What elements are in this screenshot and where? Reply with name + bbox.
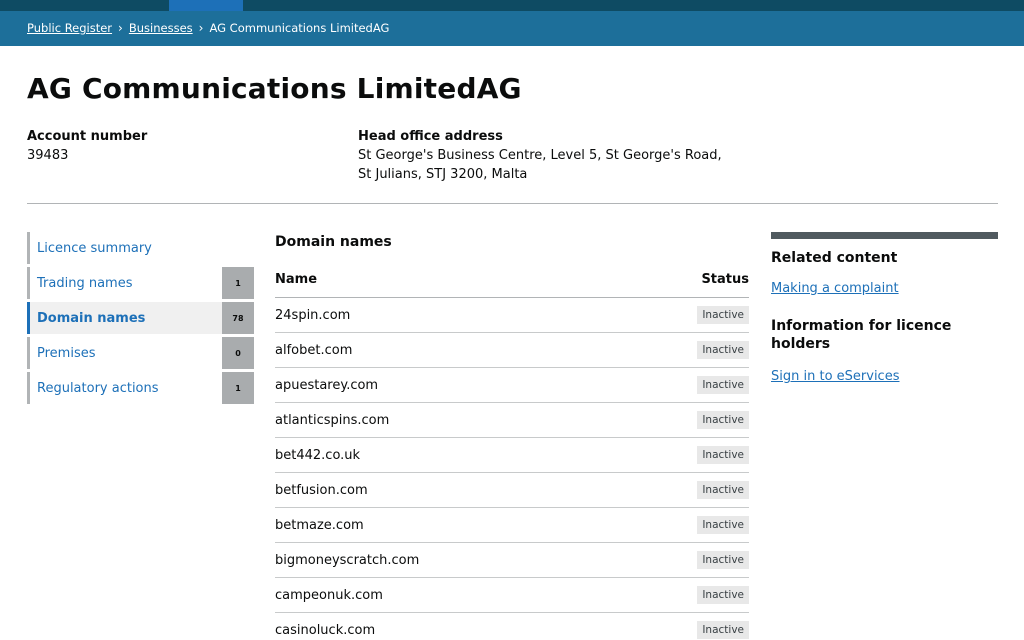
sidenav-item-label: Licence summary [37,240,152,256]
count-badge: 0 [222,337,254,369]
domain-names-section: Domain names Name Status 24spin.com Inac… [275,232,749,639]
head-office-line-2: St Julians, STJ 3200, Malta [358,167,528,182]
domain-name: bet442.co.uk [275,447,361,463]
account-number-value: 39483 [27,148,69,163]
sidenav-item-label: Regulatory actions [37,380,159,396]
table-row: casinoluck.com Inactive [275,613,749,640]
breadcrumb-link-businesses[interactable]: Businesses [129,21,193,35]
column-header-name: Name [275,272,318,287]
sidenav-item-label: Trading names [37,275,133,291]
status-badge: Inactive [697,306,749,324]
domain-name: betfusion.com [275,482,368,498]
sidenav-item-label: Premises [37,345,96,361]
status-badge: Inactive [697,446,749,464]
domain-table-body: 24spin.com Inactive alfobet.com Inactive… [275,298,749,640]
status-badge: Inactive [697,411,749,429]
making-a-complaint-link[interactable]: Making a complaint [771,281,998,296]
head-office-line-1: St George's Business Centre, Level 5, St… [358,148,722,163]
count-badge: 1 [222,372,254,404]
sidenav-item-premises[interactable]: Premises 0 [27,337,254,369]
table-row: bigmoneyscratch.com Inactive [275,543,749,578]
status-badge: Inactive [697,341,749,359]
breadcrumb-link-public-register[interactable]: Public Register [27,21,112,35]
domain-name: apuestarey.com [275,377,379,393]
sidenav-item-regulatory-actions[interactable]: Regulatory actions 1 [27,372,254,404]
domain-name: casinoluck.com [275,622,376,638]
page-title: AG Communications LimitedAG [27,72,522,105]
count-badge: 1 [222,267,254,299]
sidenav-item-licence-summary[interactable]: Licence summary [27,232,254,264]
head-office-block: Head office address St George's Business… [358,128,722,184]
related-content: Related content Making a complaint Infor… [771,232,998,384]
section-heading: Domain names [275,234,392,250]
table-row: betmaze.com Inactive [275,508,749,543]
active-top-tab[interactable] [169,0,243,11]
sidenav-item-label: Domain names [37,310,146,326]
chevron-right-icon: › [118,21,123,35]
domain-name: bigmoneyscratch.com [275,552,420,568]
domain-name: betmaze.com [275,517,364,533]
account-number-block: Account number 39483 [27,128,147,165]
table-row: 24spin.com Inactive [275,298,749,333]
account-number-label: Account number [27,129,148,144]
chevron-right-icon: › [198,21,204,35]
sign-in-eservices-link[interactable]: Sign in to eServices [771,369,998,384]
status-badge: Inactive [697,586,749,604]
table-row: betfusion.com Inactive [275,473,749,508]
domain-name: campeonuk.com [275,587,383,603]
count-badge: 78 [222,302,254,334]
domain-name: alfobet.com [275,342,353,358]
table-row: apuestarey.com Inactive [275,368,749,403]
status-badge: Inactive [697,516,749,534]
table-row: alfobet.com Inactive [275,333,749,368]
table-row: bet442.co.uk Inactive [275,438,749,473]
licence-holders-heading: Information for licence holders [771,318,952,352]
sidenav-item-domain-names[interactable]: Domain names 78 [27,302,254,334]
section-divider [27,203,998,204]
sidenav-item-trading-names[interactable]: Trading names 1 [27,267,254,299]
head-office-label: Head office address [358,129,503,144]
status-badge: Inactive [697,481,749,499]
domain-name: atlanticspins.com [275,412,390,428]
table-row: atlanticspins.com Inactive [275,403,749,438]
side-navigation: Licence summary Trading names 1 Domain n… [27,232,254,407]
breadcrumb-current: AG Communications LimitedAG [209,21,390,35]
related-content-rule [771,232,998,239]
breadcrumb: Public Register › Businesses › AG Commun… [27,20,389,36]
status-badge: Inactive [697,376,749,394]
table-header: Name Status [275,272,749,298]
status-badge: Inactive [697,621,749,639]
status-badge: Inactive [697,551,749,569]
domain-name: 24spin.com [275,307,351,323]
related-content-heading: Related content [771,250,898,266]
table-row: campeonuk.com Inactive [275,578,749,613]
top-strip [0,0,1024,11]
column-header-status: Status [701,272,749,287]
